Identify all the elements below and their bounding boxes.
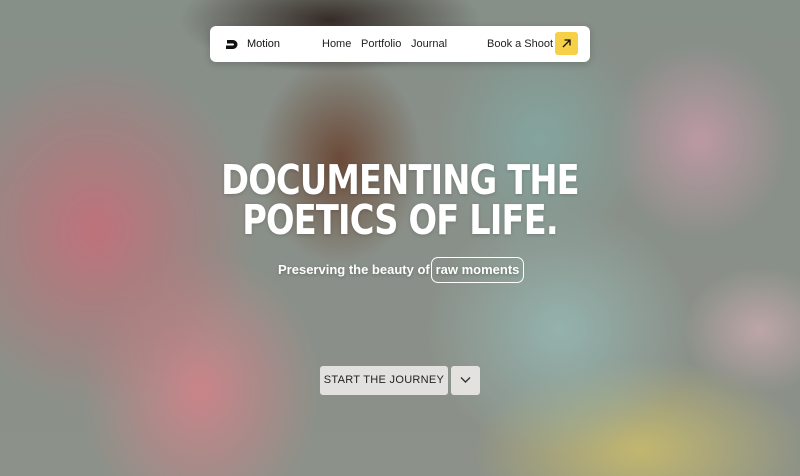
hero-headline: DOCUMENTING THE POETICS OF LIFE. bbox=[72, 156, 728, 244]
nav-link-portfolio[interactable]: Portfolio bbox=[361, 38, 401, 50]
nav-link-home[interactable]: Home bbox=[322, 38, 351, 50]
hero-section: Motion Home Portfolio Journal Book a Sho… bbox=[0, 0, 800, 476]
nav-link-journal[interactable]: Journal bbox=[411, 38, 447, 50]
raw-moments-pill: raw moments bbox=[431, 257, 524, 283]
scroll-down-button[interactable] bbox=[451, 366, 480, 395]
hero-subtext: Preserving the beauty of bbox=[278, 262, 430, 277]
arrow-up-right-icon bbox=[562, 39, 571, 48]
headline-line-2: POETICS OF LIFE. bbox=[242, 196, 558, 244]
brand-name[interactable]: Motion bbox=[247, 38, 280, 50]
start-journey-button[interactable]: START THE JOURNEY bbox=[320, 366, 448, 395]
book-a-shoot-link[interactable]: Book a Shoot bbox=[487, 38, 553, 50]
chevron-down-icon bbox=[460, 377, 471, 383]
logo-icon bbox=[226, 40, 238, 49]
headline-line-1: DOCUMENTING THE bbox=[221, 156, 579, 204]
navbar: Motion Home Portfolio Journal Book a Sho… bbox=[210, 26, 590, 62]
book-a-shoot-button[interactable] bbox=[555, 32, 578, 55]
